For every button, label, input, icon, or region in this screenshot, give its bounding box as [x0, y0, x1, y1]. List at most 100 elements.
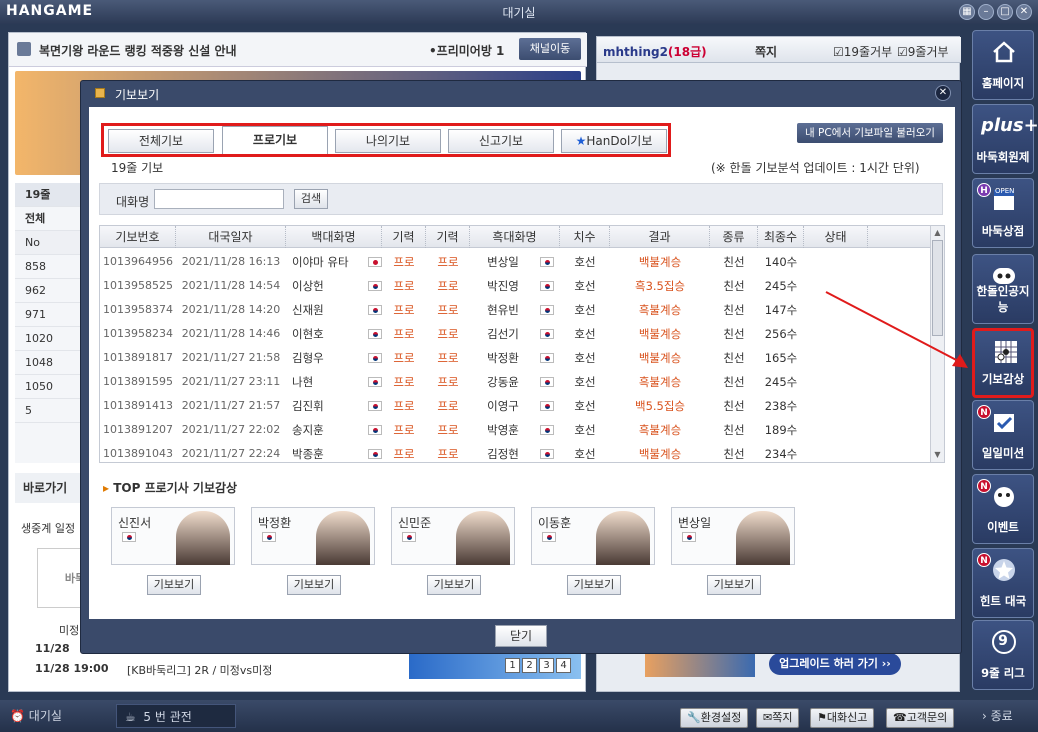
table-row[interactable]: 1013958374 2021/11/28 14:20 신재원 프로 프로 현유빈 호선 흑불…	[100, 298, 932, 322]
cell-result: 흑불계승	[638, 375, 682, 389]
col-kind[interactable]: 종류	[710, 226, 758, 248]
refuse9-checkbox[interactable]: ☑9줄거부	[897, 43, 949, 60]
table-row[interactable]: 1013964956 2021/11/28 16:13 이야마 유타 프로 프로 변상일 호…	[100, 250, 932, 274]
cell-date: 2021/11/28 16:13	[181, 255, 281, 268]
schedule-text[interactable]: [KB바둑리그] 2R / 미정vs미정	[127, 662, 272, 678]
tab-reported-records[interactable]: 신고기보	[448, 129, 554, 153]
col-black-name[interactable]: 흑대화명	[470, 226, 560, 248]
table-row[interactable]: 1013891817 2021/11/27 21:58 김형우 프로 프로 박정환 호선 백불…	[100, 346, 932, 370]
list-item[interactable]: 962	[15, 279, 87, 303]
pro-card[interactable]: 이동훈	[531, 507, 655, 565]
minimize-icon[interactable]: –	[978, 4, 994, 20]
channel-move-button[interactable]: 채널이동	[519, 38, 581, 60]
sidebar-9line-league[interactable]: 9 9줄 리그	[972, 620, 1034, 690]
page-button[interactable]: 3	[539, 658, 554, 673]
cell-date: 2021/11/28 14:46	[181, 327, 281, 340]
room-list-all[interactable]: 전체	[15, 207, 87, 231]
table-row[interactable]: 1013958234 2021/11/28 14:46 이현호 프로 프로 김선기 호선 백불…	[100, 322, 932, 346]
list-item[interactable]: 1050	[15, 375, 87, 399]
list-item[interactable]: 1048	[15, 351, 87, 375]
restore-icon[interactable]: ▦	[959, 4, 975, 20]
page-button[interactable]: 4	[556, 658, 571, 673]
pro-card[interactable]: 박정환	[251, 507, 375, 565]
cell-kind: 친선	[723, 351, 745, 365]
modal-close-icon[interactable]: ✕	[935, 85, 951, 101]
schedule-title: 생중계 일정	[21, 522, 76, 535]
maximize-icon[interactable]: □	[997, 4, 1013, 20]
list-item[interactable]: 971	[15, 303, 87, 327]
col-handicap[interactable]: 치수	[560, 226, 610, 248]
support-button[interactable]: ☎고객문의	[886, 708, 955, 728]
tab-pro-records[interactable]: 프로기보	[222, 126, 328, 154]
refuse19-checkbox[interactable]: ☑19줄거부	[833, 43, 892, 60]
tab-handol-records[interactable]: ★HanDol기보	[561, 129, 667, 153]
col-white-name[interactable]: 백대화명	[286, 226, 382, 248]
korea-flag-icon	[368, 281, 382, 291]
cell-white: 신재원	[292, 303, 324, 317]
quit-button[interactable]: › 종료	[982, 704, 1013, 728]
board-size-label: 19줄 기보	[111, 161, 164, 175]
view-record-button[interactable]: 기보보기	[147, 575, 201, 595]
upgrade-button[interactable]: 업그레이드 하러 가기 ››	[769, 653, 901, 675]
korea-flag-icon	[368, 425, 382, 435]
table-row[interactable]: 1013891413 2021/11/27 21:57 김진휘 프로 프로 이영구 호선 백5…	[100, 394, 932, 418]
report-chat-button[interactable]: ⚑대화신고	[810, 708, 875, 728]
pro-card[interactable]: 변상일	[671, 507, 795, 565]
col-result[interactable]: 결과	[610, 226, 710, 248]
cell-wlvl: 프로	[393, 279, 415, 293]
nickname-search-input[interactable]	[154, 189, 284, 209]
view-record-button[interactable]: 기보보기	[287, 575, 341, 595]
board-icon	[995, 341, 1017, 363]
cell-date: 2021/11/27 23:11	[181, 375, 281, 388]
korea-flag-icon	[540, 257, 554, 267]
list-item[interactable]: 858	[15, 255, 87, 279]
table-row[interactable]: 1013958525 2021/11/28 14:54 이상헌 프로 프로 박진영 호선 흑3…	[100, 274, 932, 298]
watch-tab[interactable]: ☕ 5 번 관전	[116, 704, 236, 728]
message-button[interactable]: 쪽지	[755, 43, 777, 60]
settings-button[interactable]: 🔧환경설정	[680, 708, 749, 728]
scroll-up-icon[interactable]: ▲	[932, 227, 943, 239]
scroll-down-icon[interactable]: ▼	[932, 449, 943, 461]
list-item[interactable]: 1020	[15, 327, 87, 351]
col-moves[interactable]: 최종수	[758, 226, 804, 248]
page-button[interactable]: 2	[522, 658, 537, 673]
message-task-button[interactable]: ✉쪽지	[756, 708, 800, 728]
sidebar-event[interactable]: N 이벤트	[972, 474, 1034, 544]
table-row[interactable]: 1013891043 2021/11/27 22:24 박종훈 프로 프로 김정현 호선 백불…	[100, 442, 932, 462]
cell-white: 이야마 유타	[292, 255, 349, 269]
table-row[interactable]: 1013891595 2021/11/27 23:11 나현 프로 프로 강동윤 호선 흑불계…	[100, 370, 932, 394]
korea-flag-icon	[540, 377, 554, 387]
sidebar-daily-mission[interactable]: N 일일미션	[972, 400, 1034, 470]
pro-card[interactable]: 신진서	[111, 507, 235, 565]
notice-text[interactable]: 복면기왕 라운드 랭킹 적중왕 신설 안내	[39, 42, 237, 59]
close-icon[interactable]: ✕	[1016, 4, 1032, 20]
lobby-tab[interactable]: ⏰ 대기실	[10, 704, 62, 728]
pro-card[interactable]: 신민준	[391, 507, 515, 565]
modal-close-button[interactable]: 닫기	[495, 625, 547, 647]
schedule-undecided: 미정	[59, 624, 80, 637]
cell-result: 흑불계승	[638, 423, 682, 437]
search-button[interactable]: 검색	[294, 189, 328, 209]
sidebar-shop[interactable]: H OPEN 바둑상점	[972, 178, 1034, 248]
view-record-button[interactable]: 기보보기	[427, 575, 481, 595]
col-status[interactable]: 상태	[804, 226, 868, 248]
sidebar-hint-game[interactable]: N 힌트 대국	[972, 548, 1034, 618]
sidebar-home[interactable]: 홈페이지	[972, 30, 1034, 100]
view-record-button[interactable]: 기보보기	[567, 575, 621, 595]
cell-handicap: 호선	[574, 423, 596, 437]
col-record-id[interactable]: 기보번호	[100, 226, 176, 248]
sidebar-membership[interactable]: plus+ 바둑회원제	[972, 104, 1038, 174]
col-black-level[interactable]: 기력	[426, 226, 470, 248]
alarm-icon: ⏰	[10, 709, 25, 723]
room-list-tab[interactable]: 19줄	[15, 183, 87, 207]
table-row[interactable]: 1013891207 2021/11/27 22:02 송지훈 프로 프로 박영훈 호선 흑불…	[100, 418, 932, 442]
pro-photo	[456, 511, 510, 565]
col-white-level[interactable]: 기력	[382, 226, 426, 248]
tab-all-records[interactable]: 전체기보	[108, 129, 214, 153]
col-date[interactable]: 대국일자	[176, 226, 286, 248]
view-record-button[interactable]: 기보보기	[707, 575, 761, 595]
tab-my-records[interactable]: 나의기보	[335, 129, 441, 153]
load-from-pc-button[interactable]: 내 PC에서 기보파일 불러오기	[797, 123, 943, 143]
page-button[interactable]: 1	[505, 658, 520, 673]
list-item[interactable]: 5	[15, 399, 87, 423]
